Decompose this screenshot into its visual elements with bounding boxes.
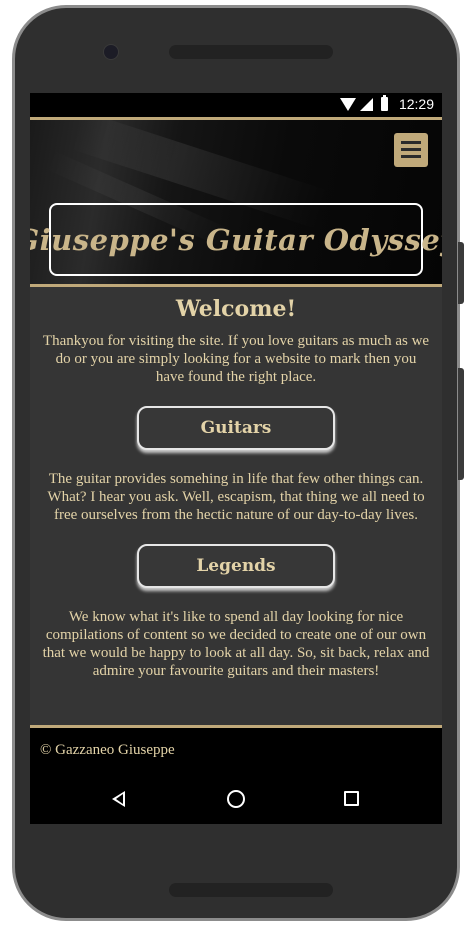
copyright-text: © Gazzaneo Giuseppe <box>40 742 175 758</box>
front-camera <box>103 44 119 60</box>
guitars-button[interactable]: Guitars <box>137 406 335 450</box>
screen: 12:29 Giuseppe's Guitar Odyssey Welcome!… <box>30 93 442 824</box>
android-nav-bar <box>30 776 442 824</box>
hamburger-menu-button[interactable] <box>394 133 428 167</box>
wifi-icon <box>340 98 356 111</box>
guitars-text: The guitar provides somehing in life tha… <box>47 471 425 523</box>
signal-icon <box>360 98 373 111</box>
menu-icon <box>401 148 421 151</box>
site-title: Giuseppe's Guitar Odyssey <box>30 222 442 257</box>
power-button <box>458 368 464 480</box>
footer: © Gazzaneo Giuseppe <box>30 725 442 776</box>
legends-button[interactable]: Legends <box>137 544 335 588</box>
intro-text: Thankyou for visiting the site. If you l… <box>42 333 430 385</box>
bottom-speaker <box>169 883 333 897</box>
status-bar: 12:29 <box>30 93 442 117</box>
menu-icon <box>401 155 421 158</box>
site-title-box: Giuseppe's Guitar Odyssey <box>30 203 442 276</box>
legends-text: We know what it's like to spend all day … <box>42 609 430 679</box>
battery-icon <box>381 95 388 111</box>
recent-apps-icon[interactable] <box>344 791 359 806</box>
menu-icon <box>401 141 421 144</box>
volume-button <box>458 242 464 304</box>
main-content: Welcome! Thankyou for visiting the site.… <box>30 287 442 680</box>
header-hero: Giuseppe's Guitar Odyssey <box>30 117 442 287</box>
welcome-heading: Welcome! <box>175 296 297 322</box>
earpiece-speaker <box>169 45 333 59</box>
home-icon[interactable] <box>227 790 245 808</box>
status-time: 12:29 <box>398 96 434 112</box>
back-icon[interactable] <box>112 791 125 807</box>
